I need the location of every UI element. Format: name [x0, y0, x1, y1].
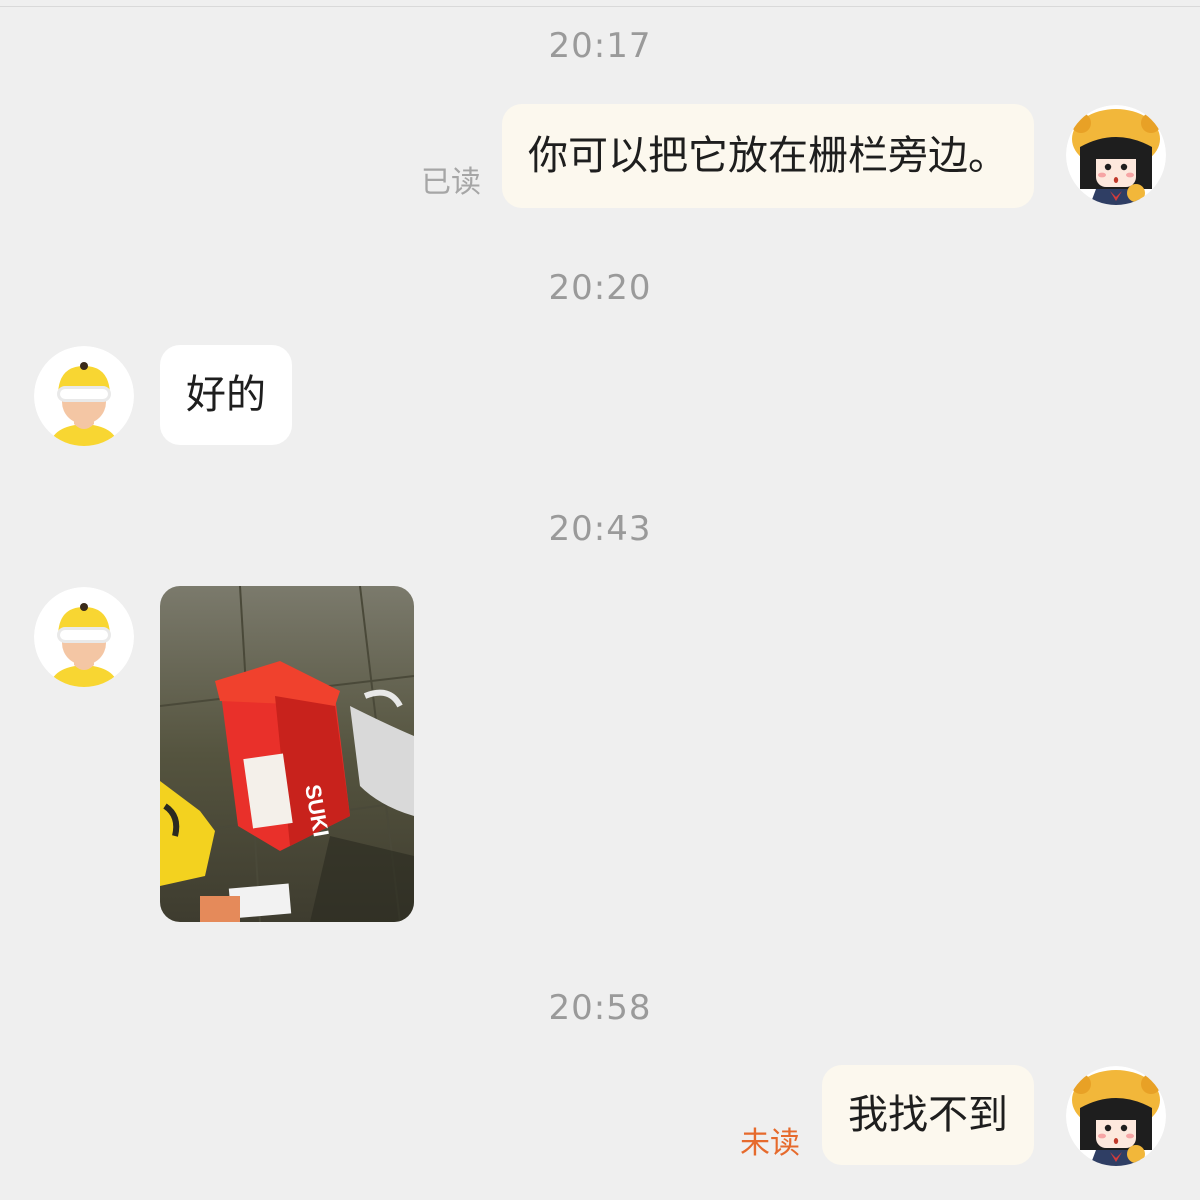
cartoon-girl-bear-hat-icon	[1066, 105, 1166, 205]
chat-screen: 20:17 已读 你可以把它放在栅栏旁边。 20:20 好的 20:43 SUK…	[0, 0, 1200, 1200]
message-bubble-self[interactable]: 我找不到	[822, 1065, 1034, 1165]
timestamp: 20:58	[548, 988, 652, 1028]
courier-avatar[interactable]	[34, 346, 134, 446]
timestamp: 20:20	[548, 268, 652, 308]
self-avatar[interactable]	[1066, 105, 1166, 205]
delivery-bag-photo-icon: SUKI	[160, 586, 414, 922]
message-bubble-self[interactable]: 你可以把它放在栅栏旁边。	[502, 104, 1034, 208]
self-avatar[interactable]	[1066, 1066, 1166, 1166]
timestamp: 20:17	[548, 26, 652, 66]
read-status: 已读	[421, 165, 481, 200]
unread-status: 未读	[740, 1126, 800, 1161]
courier-helmet-icon	[34, 346, 134, 446]
timestamp: 20:43	[548, 509, 652, 549]
header-divider	[0, 6, 1200, 7]
message-bubble-courier[interactable]: 好的	[160, 345, 292, 445]
photo-message[interactable]: SUKI	[160, 586, 414, 922]
courier-avatar[interactable]	[34, 587, 134, 687]
cartoon-girl-bear-hat-icon	[1066, 1066, 1166, 1166]
courier-helmet-icon	[34, 587, 134, 687]
